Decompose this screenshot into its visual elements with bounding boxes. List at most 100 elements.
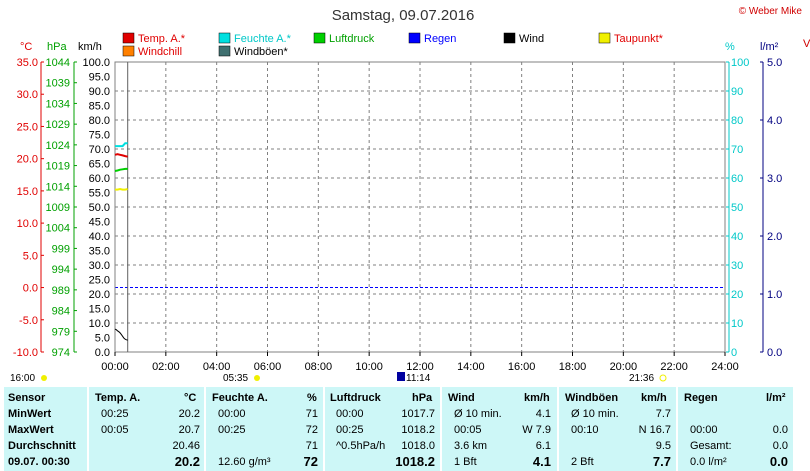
stats-cell-g-val: 7.7	[655, 408, 671, 420]
wind-axis-unit: km/h	[78, 41, 102, 53]
stats-row: Durchschnitt 20.46 71 ^0.5hPa/h 1018.0 3.6 km…	[0, 438, 810, 454]
hdr-press: Luftdruck	[330, 392, 381, 404]
temp-tick-label: 20.0	[17, 154, 38, 166]
legend-swatch-wind	[503, 32, 516, 44]
pressure-tick-label: 974	[52, 347, 70, 359]
wind-tick-label: 25.0	[89, 275, 110, 287]
legend-label-temp: Temp. A.*	[138, 33, 186, 45]
wind-tick-label: 65.0	[89, 159, 110, 171]
stats-cell-h-val: 72	[303, 454, 318, 469]
hdr-sensor: Sensor	[8, 392, 46, 404]
rain-tick-label: 5.0	[767, 57, 782, 69]
stats-cell-t-val: 20.46	[172, 440, 200, 452]
stats-cell-t-time: 00:05	[101, 424, 129, 436]
wind-tick-label: 50.0	[89, 202, 110, 214]
x-tick-label: 16:00	[508, 361, 536, 373]
stats-cell-w-time: Ø 10 min.	[454, 408, 502, 420]
temp-tick-label: 5.0	[23, 250, 38, 262]
temp-axis-unit: °C	[20, 41, 32, 53]
pressure-tick-label: 1039	[46, 78, 70, 90]
copyright-label: © Weber Mike	[739, 6, 803, 17]
rain-tick-label: 1.0	[767, 289, 782, 301]
stats-cell-r-time: 00:00	[690, 424, 718, 436]
x-tick-label: 24:00	[711, 361, 739, 373]
stats-cell-w-val: 4.1	[532, 454, 551, 469]
legend-swatch-gust	[218, 45, 231, 57]
stats-cell-t-val: 20.2	[174, 454, 200, 469]
humidity-tick-label: 10	[731, 318, 743, 330]
hdr-hum: Feuchte A.	[212, 392, 268, 404]
stats-cell-h-val: 72	[305, 424, 318, 436]
wind-tick-label: 35.0	[89, 246, 110, 258]
stats-cell-r-time: 0.0 l/m²	[690, 456, 727, 468]
pressure-tick-label: 984	[52, 306, 70, 318]
wind-tick-label: 85.0	[89, 101, 110, 113]
temp-tick-label: 0.0	[23, 283, 38, 295]
stats-cell-w-val: 6.1	[535, 440, 551, 452]
temp-tick-label: -10.0	[13, 347, 38, 359]
legend-swatch-dewpoint	[598, 32, 611, 44]
hdr-temp: Temp. A.	[95, 392, 141, 404]
stats-cell-g-time: Ø 10 min.	[571, 408, 619, 420]
hdr-press-unit: hPa	[412, 392, 433, 404]
stats-cell-w-val: 4.1	[535, 408, 551, 420]
pressure-tick-label: 1044	[46, 57, 70, 69]
pressure-tick-label: 1024	[46, 140, 70, 152]
stats-cell-w-time: 00:05	[454, 424, 482, 436]
hdr-rain: Regen	[684, 392, 718, 404]
sunset-time: 21:36	[629, 373, 654, 384]
hdr-rain-unit: l/m²	[766, 392, 786, 404]
stats-cell-r-val: 0.0	[772, 424, 788, 436]
stats-cell-h-time: 00:25	[218, 424, 246, 436]
stats-cell-label: Durchschnitt	[8, 440, 76, 452]
hdr-wind-unit: km/h	[524, 392, 550, 404]
rain-tick-label: 3.0	[767, 173, 782, 185]
pressure-tick-label: 989	[52, 285, 70, 297]
stats-cell-p-val: 1017.7	[401, 408, 435, 420]
stats-cell-g-val: 9.5	[655, 440, 671, 452]
legend-label-dewpoint: Taupunkt*	[614, 33, 664, 45]
stats-cell-w-time: 3.6 km	[454, 440, 488, 452]
legend-label-windchill: Windchill	[138, 46, 182, 58]
pressure-tick-label: 999	[52, 243, 70, 255]
wind-tick-label: 90.0	[89, 86, 110, 98]
stats-cell-p-time: 00:00	[336, 408, 364, 420]
stats-cell-h-val: 71	[305, 440, 318, 452]
humidity-tick-label: 90	[731, 86, 743, 98]
x-tick-label: 00:00	[101, 361, 129, 373]
humidity-axis-unit: %	[725, 41, 735, 53]
pressure-tick-label: 1004	[46, 223, 70, 235]
pressure-tick-label: 1034	[46, 98, 70, 110]
stats-cell-t-time: 00:25	[101, 408, 129, 420]
pressure-axis-unit: hPa	[47, 41, 67, 53]
stats-cell-h-val: 71	[305, 408, 318, 420]
sunrise-icon	[254, 375, 260, 381]
temp-tick-label: 15.0	[17, 186, 38, 198]
legend-label-gust: Windböen*	[234, 46, 289, 58]
stats-cell-p-val: 1018.2	[401, 424, 435, 436]
sunset-icon	[659, 374, 667, 382]
wind-tick-label: 80.0	[89, 115, 110, 127]
legend-swatch-humidity	[218, 32, 231, 44]
x-tick-label: 10:00	[355, 361, 383, 373]
hdr-hum-unit: %	[307, 392, 317, 404]
hdr-gust-unit: km/h	[641, 392, 667, 404]
humidity-tick-label: 50	[731, 202, 743, 214]
x-tick-label: 14:00	[457, 361, 485, 373]
wind-tick-label: 30.0	[89, 260, 110, 272]
x-tick-label: 08:00	[305, 361, 333, 373]
wind-tick-label: 60.0	[89, 173, 110, 185]
wind-tick-label: 0.0	[95, 347, 110, 359]
x-tick-label: 18:00	[559, 361, 587, 373]
stats-cell-p-time: 00:25	[336, 424, 364, 436]
pressure-tick-label: 1014	[46, 181, 70, 193]
legend-label-rain: Regen	[424, 33, 456, 45]
stats-cell-p-time: ^0.5hPa/h	[336, 440, 386, 452]
wind-tick-label: 10.0	[89, 318, 110, 330]
hdr-temp-unit: °C	[184, 392, 197, 404]
stats-cell-p-val: 1018.2	[395, 454, 435, 469]
stats-header-row: Sensor Temp. A. °C Feuchte A. % Luftdruc…	[0, 390, 810, 406]
legend: Temp. A.* Feuchte A.* Luftdruck Regen Wi…	[122, 32, 664, 58]
pressure-tick-label: 979	[52, 326, 70, 338]
wind-tick-label: 40.0	[89, 231, 110, 243]
